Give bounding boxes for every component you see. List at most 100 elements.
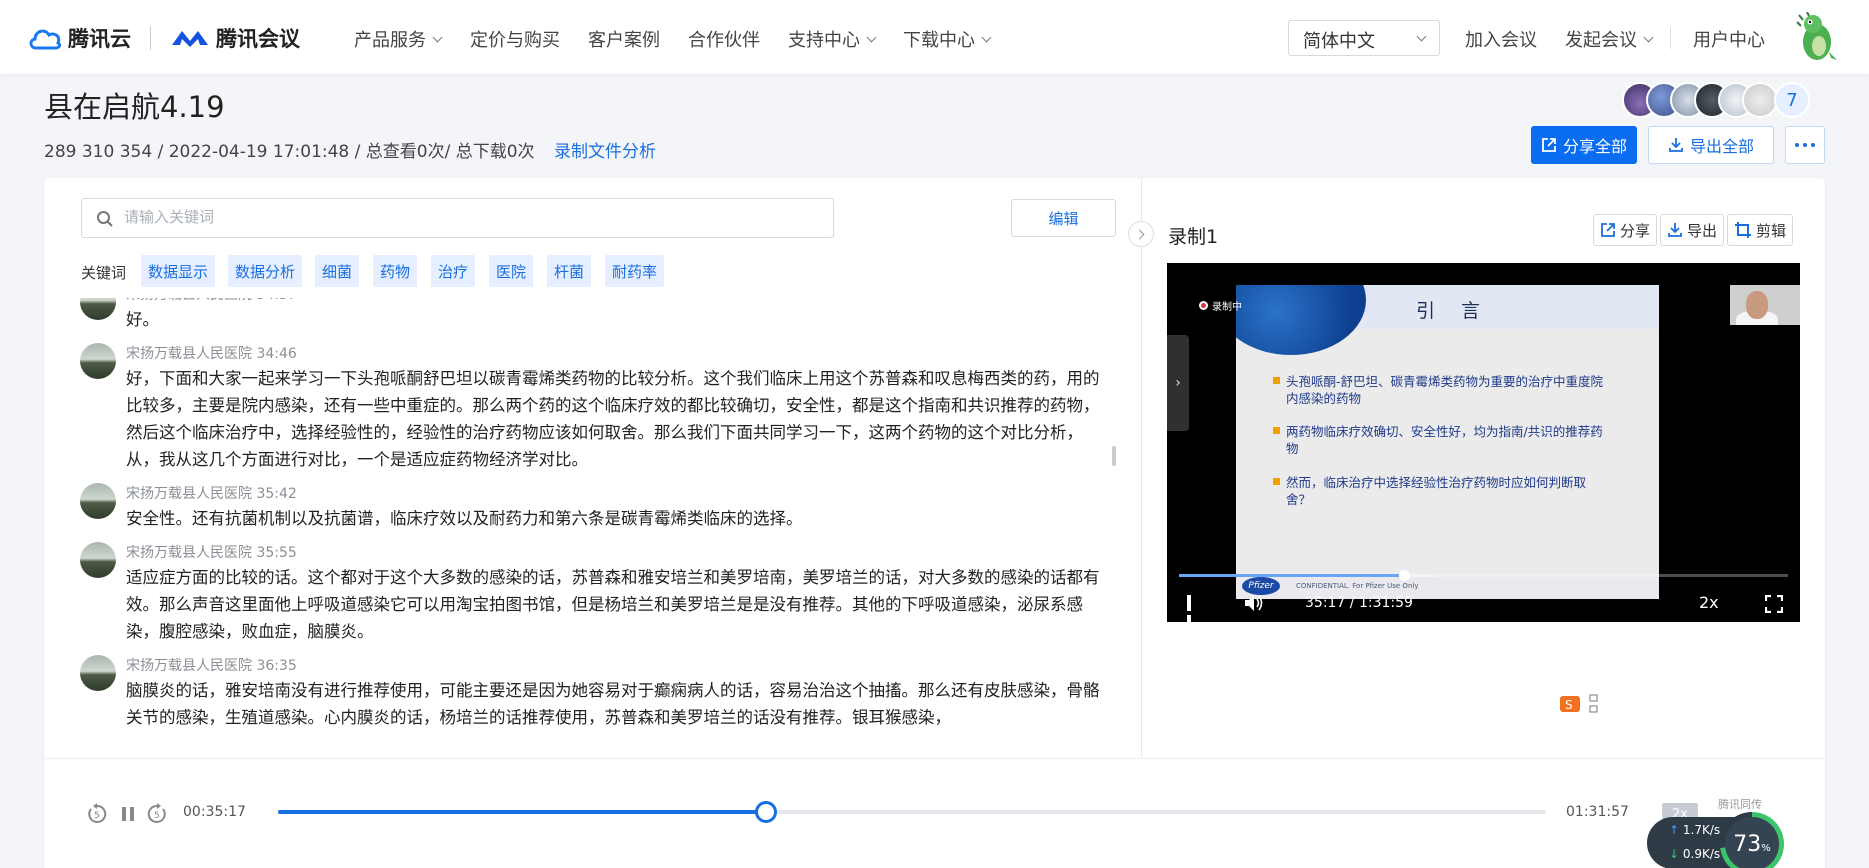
slide-bullet: 头孢哌酮-舒巴坦、碳青霉烯类药物为重要的治疗中重度院内感染的药物 xyxy=(1273,373,1606,407)
logo-divider xyxy=(150,26,151,50)
nav-pricing[interactable]: 定价与购买 xyxy=(470,26,560,52)
export-all-button[interactable]: 导出全部 xyxy=(1648,126,1774,164)
meeting-datetime: / 2022-04-19 17:01:48 xyxy=(157,142,350,162)
slide-bullet: 两药物临床疗效确切、安全性好，均为指南/共识的推荐药物 xyxy=(1273,423,1606,457)
nav-divider xyxy=(1670,27,1671,49)
search-icon xyxy=(97,211,113,227)
keyword-tag[interactable]: 医院 xyxy=(489,255,534,287)
transcript-entry[interactable]: 宋扬万载县人民医院 36:35 脑膜炎的话，雅安培南没有进行推荐使用，可能主要还… xyxy=(80,655,1110,731)
more-options-button[interactable] xyxy=(1785,126,1825,164)
playback-progress-fill xyxy=(278,810,767,814)
edit-button[interactable]: 编辑 xyxy=(1011,199,1116,237)
total-time: 01:31:57 xyxy=(1566,804,1629,820)
video-controls: 35:17 / 1:31:59 2x xyxy=(1167,585,1800,622)
player-divider xyxy=(44,758,1825,759)
speaker-time: 宋扬万载县人民医院 36:35 xyxy=(126,658,297,674)
speaker-camera-thumbnail[interactable] xyxy=(1730,285,1800,325)
user-avatar[interactable] xyxy=(1795,12,1839,62)
upload-speed-value: 1.7K/s xyxy=(1682,823,1721,837)
svg-text:5: 5 xyxy=(154,811,160,821)
transcript-scrollbar[interactable] xyxy=(1112,446,1116,466)
slide-title: 引 言 xyxy=(1416,300,1491,322)
nav-products[interactable]: 产品服务 xyxy=(354,26,443,52)
speaker-time: 宋扬万载县人民医院 34:37 xyxy=(126,298,1110,306)
speaker-face xyxy=(1746,291,1768,319)
chevron-down-icon xyxy=(981,32,992,42)
clip-button[interactable]: 剪辑 xyxy=(1727,214,1794,246)
video-player[interactable]: 引 言 头孢哌酮-舒巴坦、碳青霉烯类药物为重要的治疗中重度院内感染的药物 两药物… xyxy=(1167,263,1800,622)
speaker-time: 宋扬万载县人民医院 35:55 xyxy=(126,545,297,561)
transcript-list[interactable]: 宋扬万载县人民医院 34:37 好。 宋扬万载县人民医院 34:46 好，下面和… xyxy=(80,298,1110,742)
transcript-entry[interactable]: 宋扬万载县人民医院 34:46 好，下面和大家一起来学习一下头孢哌酮舒巴坦以碳青… xyxy=(80,343,1110,473)
chevron-right-icon xyxy=(1134,229,1145,239)
nav-join-meeting[interactable]: 加入会议 xyxy=(1465,26,1537,52)
export-button[interactable]: 导出 xyxy=(1660,214,1725,246)
video-speed-button[interactable]: 2x xyxy=(1699,593,1719,612)
performance-gauge[interactable]: 73% xyxy=(1720,812,1784,868)
collapse-panel-button[interactable] xyxy=(1128,221,1154,247)
nav-download[interactable]: 下载中心 xyxy=(903,26,992,52)
globe-graphic xyxy=(1236,285,1366,355)
nav-start-meeting[interactable]: 发起会议 xyxy=(1565,26,1654,52)
brand-tencent-meeting: 腾讯会议 xyxy=(216,27,300,51)
forward-5s-icon[interactable]: 5 xyxy=(146,803,168,825)
cloud-icon xyxy=(29,29,61,50)
keyword-tag[interactable]: 耐药率 xyxy=(605,255,665,287)
share-button[interactable]: 分享 xyxy=(1593,214,1658,246)
upload-speed: ↑ 1.7K/s xyxy=(1669,823,1720,837)
participant-avatars[interactable]: 7 xyxy=(1622,82,1810,118)
expand-side-panel-button[interactable]: › xyxy=(1167,335,1189,431)
nav-cases-label: 客户案例 xyxy=(588,30,660,51)
nav-partners[interactable]: 合作伙伴 xyxy=(688,26,760,52)
transcript-entry[interactable]: 宋扬万载县人民医院 35:55 适应症方面的比较的话。这个都对于这个大多数的感染… xyxy=(80,542,1110,645)
arrow-down-icon: ↓ xyxy=(1669,847,1680,861)
download-icon xyxy=(1669,138,1683,152)
tencent-cloud-logo[interactable]: 腾讯云 xyxy=(28,23,131,53)
nav-partners-label: 合作伙伴 xyxy=(688,30,760,51)
slide-bullet: 然而，临床治疗中选择经验性治疗药物时应如何判断取舍？ xyxy=(1273,474,1606,508)
keyword-tag[interactable]: 细菌 xyxy=(315,255,360,287)
chevron-right-icon: › xyxy=(1175,375,1181,391)
download-speed-value: 0.9K/s xyxy=(1682,847,1721,861)
keyword-tag[interactable]: 杆菌 xyxy=(547,255,592,287)
nav-cases[interactable]: 客户案例 xyxy=(588,26,660,52)
speaker-avatar xyxy=(80,343,116,379)
keywords-label: 关键词 xyxy=(81,264,127,282)
fullscreen-icon[interactable] xyxy=(1765,595,1783,613)
participant-count-badge: 7 xyxy=(1774,82,1810,118)
keyword-search[interactable] xyxy=(81,198,834,238)
keyword-tag[interactable]: 数据分析 xyxy=(228,255,303,287)
input-method-icon[interactable]: S xyxy=(1556,690,1608,718)
search-input[interactable] xyxy=(124,208,804,226)
pause-icon[interactable] xyxy=(120,803,136,825)
language-select[interactable]: 简体中文 xyxy=(1288,20,1440,56)
video-time: 35:17 / 1:31:59 xyxy=(1305,595,1413,611)
chevron-down-icon xyxy=(1416,31,1427,42)
keyword-tag[interactable]: 药物 xyxy=(373,255,418,287)
pause-button[interactable] xyxy=(1187,595,1201,622)
nav-user-center[interactable]: 用户中心 xyxy=(1693,26,1765,52)
nav-support[interactable]: 支持中心 xyxy=(788,26,877,52)
volume-icon[interactable] xyxy=(1243,593,1265,613)
tencent-meeting-logo[interactable]: 腾讯会议 xyxy=(170,23,300,53)
rewind-5s-icon[interactable]: 5 xyxy=(86,803,108,825)
top-navbar: 腾讯云 腾讯会议 产品服务 定价与购买 客户案例 合作伙伴 支持中心 下载中心 … xyxy=(0,0,1869,74)
playback-progress-bar[interactable] xyxy=(278,801,1546,823)
share-icon xyxy=(1601,223,1615,237)
keyword-tag[interactable]: 治疗 xyxy=(431,255,476,287)
share-all-button[interactable]: 分享全部 xyxy=(1531,126,1637,164)
transcript-entry[interactable]: 宋扬万载县人民医院 34:37 好。 xyxy=(80,298,1110,333)
playback-progress-handle[interactable] xyxy=(755,801,778,823)
nav-products-label: 产品服务 xyxy=(354,30,426,51)
recording-badge-label: 录制中 xyxy=(1212,302,1242,313)
transcript-entry[interactable]: 宋扬万载县人民医院 35:42 安全性。还有抗菌机制以及抗菌谱，临床疗效以及耐药… xyxy=(80,483,1110,532)
clip-label: 剪辑 xyxy=(1756,221,1787,240)
simultaneous-interpretation-mark: 腾讯同传 xyxy=(1718,798,1762,811)
recording-analysis-link[interactable]: 录制文件分析 xyxy=(554,142,656,162)
speaker-time: 宋扬万载县人民医院 34:46 xyxy=(126,346,297,362)
nav-support-label: 支持中心 xyxy=(788,30,860,51)
video-progress-bar[interactable] xyxy=(1179,570,1788,581)
keyword-tag[interactable]: 数据显示 xyxy=(141,255,216,287)
current-time: 00:35:17 xyxy=(183,804,246,820)
download-speed: ↓ 0.9K/s xyxy=(1669,847,1720,861)
